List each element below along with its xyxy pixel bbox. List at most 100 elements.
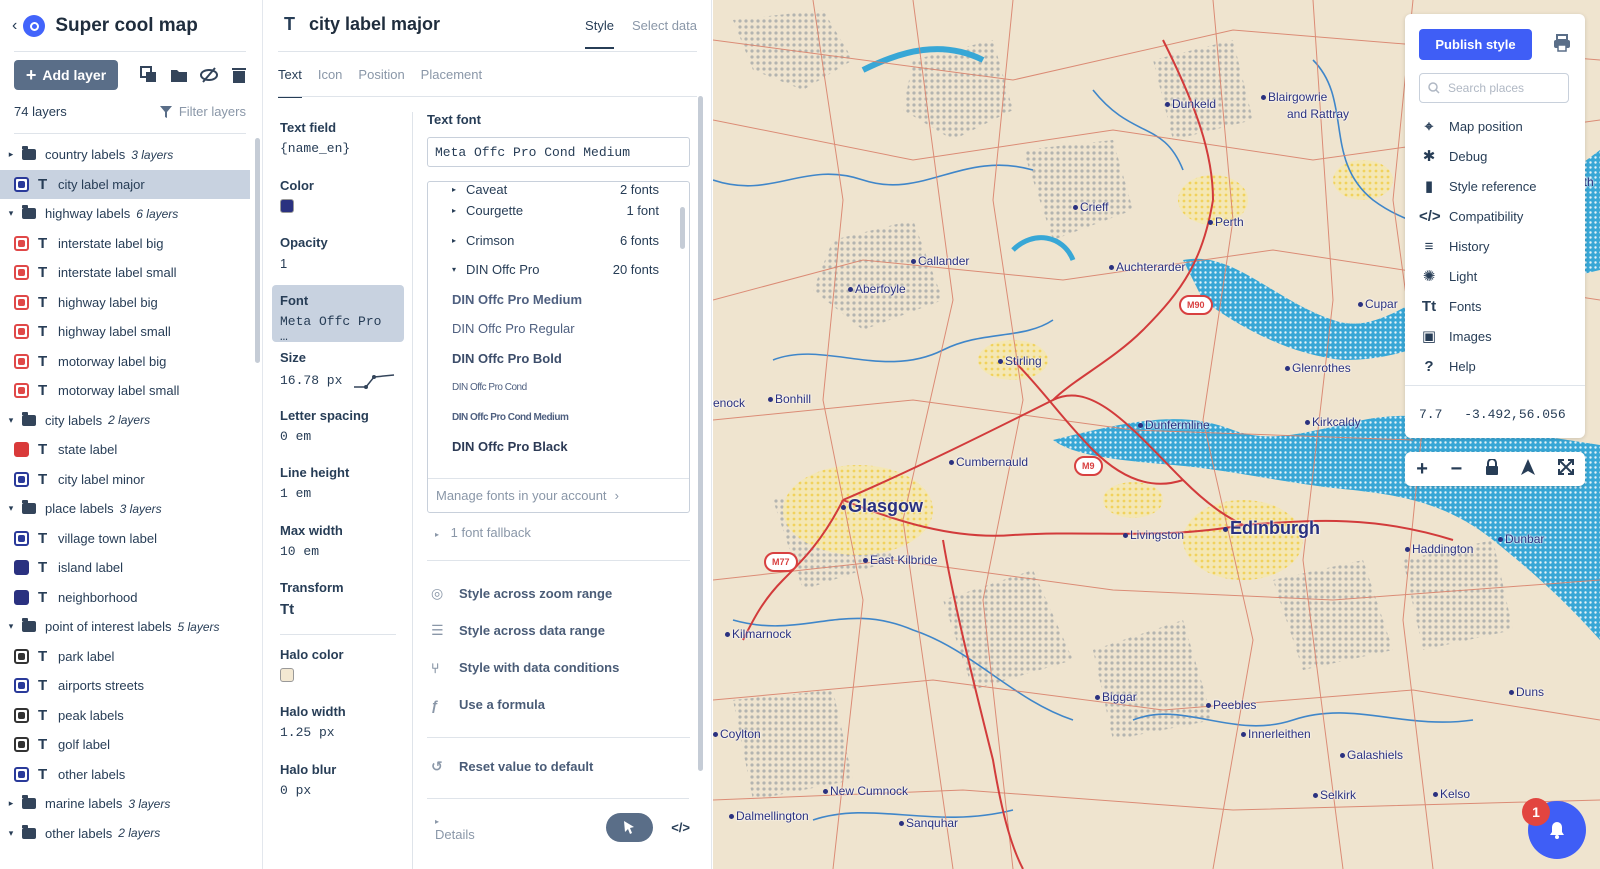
menu-item-style-reference[interactable]: ▮ Style reference <box>1419 171 1537 201</box>
menu-item-light[interactable]: ✺ Light <box>1419 261 1536 291</box>
style-action-0[interactable]: ◎ Style across zoom range <box>427 575 690 612</box>
font-option[interactable]: DIN Offc Pro Medium <box>428 285 689 315</box>
layer-item[interactable]: Tvillage town label <box>0 524 250 554</box>
filter-layers-button[interactable]: Filter layers <box>159 104 246 119</box>
property-color[interactable]: Color <box>272 170 404 228</box>
layer-item[interactable]: Tpeak labels <box>0 701 250 731</box>
layer-group[interactable]: ▾ city labels 2 layers <box>0 406 250 436</box>
hide-icon[interactable] <box>200 66 218 84</box>
menu-item-map-position[interactable]: ⌖ Map position <box>1419 111 1536 141</box>
layer-item[interactable]: Tinterstate label big <box>0 229 250 259</box>
property-font[interactable]: Font Meta Offc Pro … <box>272 284 404 344</box>
font-option[interactable]: DIN Offc Pro Cond <box>428 373 689 403</box>
chevron-down-icon[interactable]: ▾ <box>0 208 22 219</box>
print-icon[interactable] <box>1553 34 1571 52</box>
ui-editor-button[interactable] <box>605 812 654 842</box>
style-action-1[interactable]: ☰ Style across data range <box>427 612 690 649</box>
property-line-height[interactable]: Line height 1 em <box>272 457 404 515</box>
color-swatch[interactable] <box>280 667 294 682</box>
code-editor-button[interactable]: </> <box>671 820 690 835</box>
property-opacity[interactable]: Opacity 1 <box>272 227 404 285</box>
menu-item-compatibility[interactable]: </> Compatibility <box>1419 201 1536 231</box>
font-family-row[interactable]: ▸ Courgette 1 font <box>428 196 689 226</box>
menu-item-debug[interactable]: ✱ Debug <box>1419 141 1536 171</box>
tab-placement[interactable]: Placement <box>421 67 482 98</box>
font-input[interactable]: Meta Offc Pro Cond Medium <box>427 137 690 167</box>
layer-group[interactable]: ▾ highway labels 6 layers <box>0 199 250 229</box>
style-action-3[interactable]: ƒ Use a formula <box>427 686 690 723</box>
layer-item[interactable]: Tother labels <box>0 760 250 790</box>
layer-item[interactable]: Tgolf label <box>0 730 250 760</box>
property-halo-color[interactable]: Halo color <box>272 639 404 697</box>
tab-style[interactable]: Style <box>585 18 614 49</box>
font-option[interactable]: DIN Offc Pro Regular <box>428 314 689 344</box>
layer-item[interactable]: Tisland label <box>0 553 250 583</box>
font-family-row[interactable]: ▾ DIN Offc Pro 20 fonts <box>428 255 689 285</box>
text-transform-icon[interactable]: Tt <box>280 601 396 618</box>
layer-item[interactable]: Tpark label <box>0 642 250 672</box>
property-max-width[interactable]: Max width 10 em <box>272 515 404 573</box>
zoom-in-button[interactable]: + <box>1416 458 1428 481</box>
folder-icon[interactable] <box>170 66 188 84</box>
layer-item[interactable]: Tstate label <box>0 435 250 465</box>
chevron-down-icon[interactable]: ▾ <box>0 828 22 839</box>
details-toggle[interactable]: ▸ Details <box>427 812 486 842</box>
layer-group[interactable]: ▾ place labels 3 layers <box>0 494 250 524</box>
font-list-scrollbar[interactable] <box>680 207 685 249</box>
chevron-down-icon[interactable]: ▾ <box>0 503 22 514</box>
duplicate-icon[interactable] <box>140 66 158 84</box>
font-fallback-toggle[interactable]: ▸ 1 font fallback <box>427 525 690 540</box>
layer-group[interactable]: ▸ country labels 3 layers <box>0 140 250 170</box>
layer-name[interactable]: city label major <box>309 14 440 35</box>
color-swatch[interactable] <box>280 198 294 213</box>
chevron-right-icon[interactable]: ▸ <box>0 149 22 160</box>
layer-item[interactable]: Tcity label major <box>0 169 250 199</box>
manage-fonts-link[interactable]: Manage fonts in your account › <box>428 478 689 512</box>
search-places-input[interactable]: Search places <box>1419 73 1569 103</box>
property-text-field[interactable]: Text field {name_en} <box>272 112 404 170</box>
font-family-row[interactable]: ▸ Caveat 2 fonts <box>428 182 689 197</box>
chevron-down-icon[interactable]: ▾ <box>0 621 22 632</box>
tab-text[interactable]: Text <box>278 67 302 98</box>
menu-item-fonts[interactable]: Tt Fonts <box>1419 291 1536 321</box>
property-letter-spacing[interactable]: Letter spacing 0 em <box>272 400 404 458</box>
layer-item[interactable]: Thighway label small <box>0 317 250 347</box>
layer-item[interactable]: Tmotorway label big <box>0 347 250 377</box>
reset-default-button[interactable]: ↺ Reset value to default <box>427 748 690 785</box>
lock-icon[interactable] <box>1485 457 1499 481</box>
font-option[interactable]: DIN Offc Pro Black <box>428 432 689 462</box>
layer-item[interactable]: Tneighborhood <box>0 583 250 613</box>
add-layer-button[interactable]: + Add layer <box>14 60 118 90</box>
tab-select-data[interactable]: Select data <box>632 18 697 49</box>
compass-icon[interactable] <box>1521 458 1536 481</box>
layer-item[interactable]: Tmotorway label small <box>0 376 250 406</box>
layer-item[interactable]: Tcity label minor <box>0 465 250 495</box>
fullscreen-icon[interactable] <box>1557 458 1574 481</box>
font-option[interactable]: DIN Offc Pro Bold <box>428 344 689 374</box>
font-family-row[interactable]: ▸ Crimson 6 fonts <box>428 226 689 256</box>
style-action-2[interactable]: ⑂ Style with data conditions <box>427 649 690 686</box>
zoom-out-button[interactable]: − <box>1450 458 1462 481</box>
trash-icon[interactable] <box>230 66 248 84</box>
font-option[interactable]: DIN Offc Pro Cond Medium <box>428 403 689 433</box>
editor-scrollbar[interactable] <box>698 96 703 771</box>
layer-group[interactable]: ▾ point of interest labels 5 layers <box>0 612 250 642</box>
tab-icon[interactable]: Icon <box>318 67 343 98</box>
layer-item[interactable]: Tairports streets <box>0 671 250 701</box>
menu-item-history[interactable]: ≡ History <box>1419 231 1536 261</box>
chevron-down-icon[interactable]: ▾ <box>0 415 22 426</box>
publish-style-button[interactable]: Publish style <box>1419 29 1532 60</box>
property-halo-blur[interactable]: Halo blur 0 px <box>272 754 404 812</box>
property-halo-width[interactable]: Halo width 1.25 px <box>272 696 404 754</box>
menu-item-images[interactable]: ▣ Images <box>1419 321 1536 351</box>
menu-item-help[interactable]: ? Help <box>1419 351 1536 381</box>
back-icon[interactable]: ‹ <box>12 17 17 35</box>
layer-item[interactable]: Tinterstate label small <box>0 258 250 288</box>
property-size[interactable]: Size 16.78 px <box>272 342 404 400</box>
layers-scrollbar[interactable] <box>255 138 260 363</box>
layer-group[interactable]: ▾ other labels 2 layers <box>0 819 250 849</box>
property-transform[interactable]: Transform Tt <box>272 572 404 630</box>
layer-item[interactable]: Thighway label big <box>0 288 250 318</box>
layer-group[interactable]: ▸ marine labels 3 layers <box>0 789 250 819</box>
tab-position[interactable]: Position <box>358 67 404 98</box>
